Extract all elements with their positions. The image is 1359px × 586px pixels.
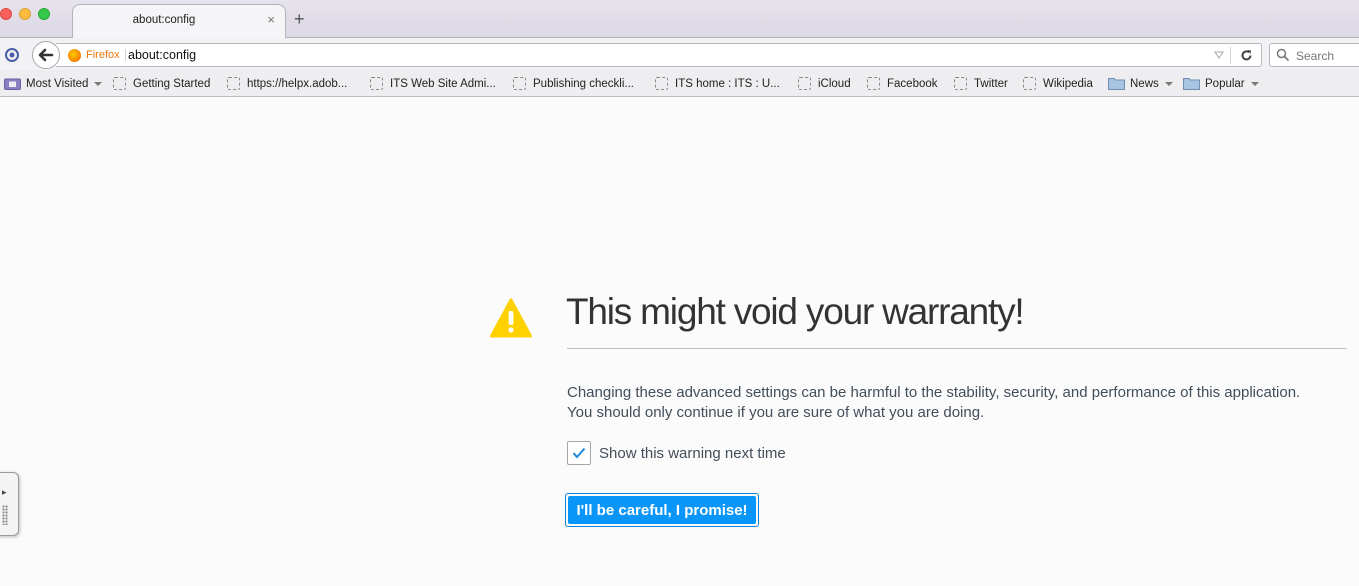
tab-strip: about:config × + bbox=[0, 0, 1359, 39]
minimize-window-button[interactable] bbox=[19, 8, 31, 20]
bookmark-placeholder-icon bbox=[113, 77, 126, 90]
bookmark-icloud[interactable]: iCloud bbox=[798, 75, 851, 92]
tab-title: about:config bbox=[132, 14, 196, 26]
navigation-toolbar: Firefox about:config Search bbox=[0, 38, 1359, 70]
page-title: This might void your warranty! bbox=[566, 291, 1025, 332]
bookmarks-toolbar: Most Visited Getting Started https://hel… bbox=[0, 70, 1359, 97]
new-tab-button[interactable]: + bbox=[294, 9, 305, 29]
about-config-warning-page: This might void your warranty! Changing … bbox=[0, 98, 1359, 586]
tab-close-icon[interactable]: × bbox=[267, 12, 275, 27]
bookmark-helpx-adobe[interactable]: https://helpx.adob... bbox=[227, 75, 347, 92]
bookmark-label: ITS Web Site Admi... bbox=[390, 77, 496, 90]
firefox-logo-icon bbox=[68, 48, 81, 62]
show-warning-row: Show this warning next time bbox=[567, 441, 786, 465]
bookmark-its-web-site-admin[interactable]: ITS Web Site Admi... bbox=[370, 75, 496, 92]
bookmark-label: https://helpx.adob... bbox=[247, 77, 348, 90]
bookmark-facebook[interactable]: Facebook bbox=[867, 75, 938, 92]
folder-icon bbox=[1108, 78, 1125, 90]
bookmark-most-visited[interactable]: Most Visited bbox=[4, 75, 103, 92]
chevron-down-icon bbox=[1250, 81, 1259, 86]
checkmark-icon bbox=[572, 447, 586, 459]
warning-message-line-2: You should only continue if you are sure… bbox=[567, 403, 985, 421]
tab-about-config[interactable]: about:config × bbox=[72, 4, 286, 39]
bookmark-label: Getting Started bbox=[133, 77, 211, 90]
bookmark-label: Twitter bbox=[974, 77, 1008, 90]
bookmark-wikipedia[interactable]: Wikipedia bbox=[1023, 75, 1093, 92]
bookmark-label: iCloud bbox=[818, 77, 851, 90]
bookmark-label: ITS home : ITS : U... bbox=[675, 77, 780, 90]
bookmark-placeholder-icon bbox=[1023, 77, 1036, 90]
reload-icon bbox=[1241, 49, 1251, 60]
bookmark-publishing-checklist[interactable]: Publishing checkli... bbox=[513, 75, 634, 92]
warning-icon bbox=[490, 298, 532, 338]
title-divider bbox=[567, 348, 1347, 349]
search-bar[interactable]: Search bbox=[1269, 43, 1359, 67]
warning-message-line-1: Changing these advanced settings can be … bbox=[567, 384, 1301, 401]
bookmark-placeholder-icon bbox=[655, 77, 668, 90]
most-visited-icon bbox=[4, 78, 21, 90]
extension-icon[interactable] bbox=[4, 47, 20, 63]
url-bar[interactable]: Firefox about:config bbox=[56, 43, 1262, 67]
reload-button[interactable] bbox=[1237, 46, 1255, 64]
bookmark-placeholder-icon bbox=[370, 77, 383, 90]
close-window-button[interactable] bbox=[0, 8, 12, 20]
accept-risk-button[interactable]: I'll be careful, I promise! bbox=[568, 496, 756, 524]
url-divider bbox=[1230, 47, 1231, 64]
grip-dots-icon bbox=[2, 505, 8, 525]
identity-box[interactable]: Firefox bbox=[68, 47, 126, 63]
bookmark-label: News bbox=[1130, 77, 1159, 90]
expand-arrow-icon: ▸ bbox=[2, 487, 7, 497]
bookmark-placeholder-icon bbox=[513, 77, 526, 90]
url-input[interactable]: about:config bbox=[128, 48, 196, 62]
bookmark-placeholder-icon bbox=[954, 77, 967, 90]
back-arrow-icon bbox=[38, 48, 54, 62]
search-input[interactable]: Search bbox=[1296, 49, 1334, 63]
identity-label: Firefox bbox=[86, 49, 126, 61]
show-warning-checkbox[interactable] bbox=[567, 441, 591, 465]
bookmark-getting-started[interactable]: Getting Started bbox=[113, 75, 210, 92]
bookmark-placeholder-icon bbox=[867, 77, 880, 90]
bookmark-label: Facebook bbox=[887, 77, 938, 90]
show-warning-label[interactable]: Show this warning next time bbox=[599, 445, 786, 462]
bookmark-its-home[interactable]: ITS home : ITS : U... bbox=[655, 75, 780, 92]
url-history-dropdown-icon[interactable] bbox=[1213, 48, 1225, 62]
bookmark-label: Wikipedia bbox=[1043, 77, 1093, 90]
folder-icon bbox=[1183, 78, 1200, 90]
bookmark-folder-news[interactable]: News bbox=[1108, 75, 1173, 92]
chevron-down-icon bbox=[1164, 81, 1173, 86]
bookmark-placeholder-icon bbox=[227, 77, 240, 90]
zoom-window-button[interactable] bbox=[38, 8, 50, 20]
bookmark-label: Publishing checkli... bbox=[533, 77, 634, 90]
back-button[interactable] bbox=[32, 41, 60, 69]
search-icon bbox=[1276, 48, 1290, 62]
bookmark-label: Most Visited bbox=[26, 77, 89, 90]
warning-message: Changing these advanced settings can be … bbox=[567, 383, 1357, 422]
bookmark-placeholder-icon bbox=[798, 77, 811, 90]
chevron-down-icon bbox=[94, 81, 103, 86]
bookmark-twitter[interactable]: Twitter bbox=[954, 75, 1008, 92]
accept-button-focus-ring: I'll be careful, I promise! bbox=[565, 493, 759, 527]
side-panel-handle[interactable]: ▸ bbox=[0, 472, 19, 536]
bookmark-folder-popular[interactable]: Popular bbox=[1183, 75, 1259, 92]
bookmark-label: Popular bbox=[1205, 77, 1245, 90]
